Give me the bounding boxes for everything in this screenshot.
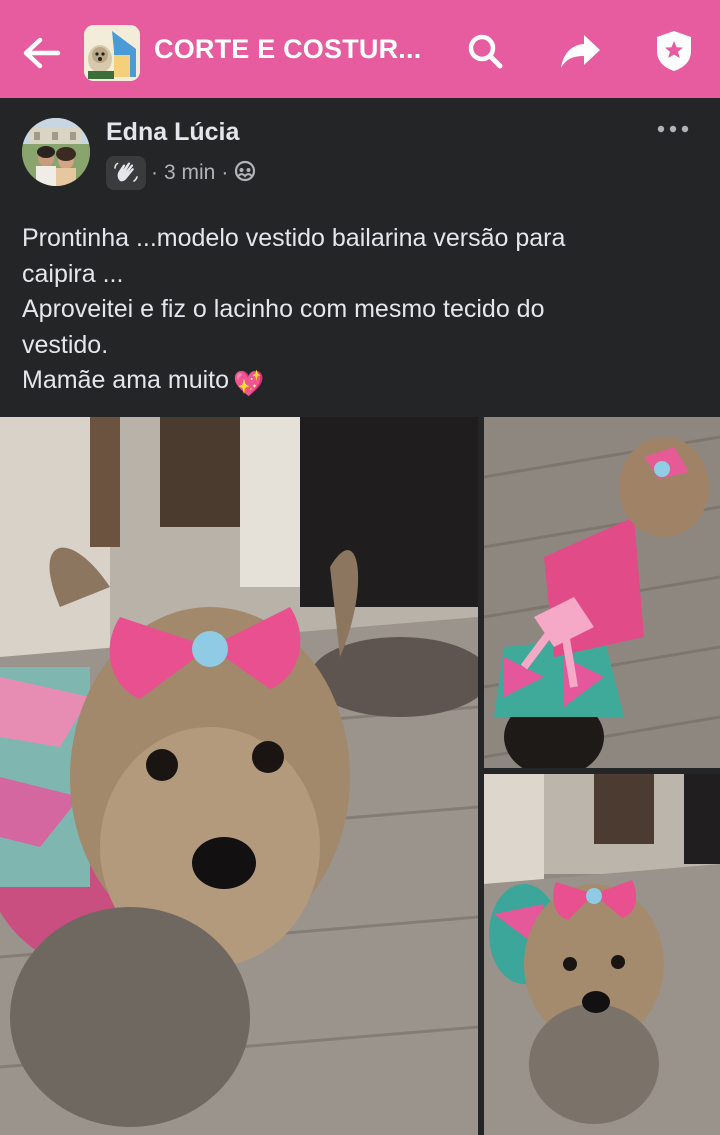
group-thumbnail[interactable] <box>84 25 140 81</box>
post-photo-2[interactable] <box>484 417 720 768</box>
post-text-line: Prontinha ...modelo vestido bailarina ve… <box>22 224 566 252</box>
post-photo-3[interactable] <box>484 774 720 1135</box>
author-name[interactable]: Edna Lúcia <box>106 118 239 147</box>
post-text-last-line: Mamãe ama muito 💖 <box>22 363 702 403</box>
waving-hand-icon[interactable] <box>106 156 146 190</box>
post-text-line: Aproveitei e fiz o lacinho com mesmo tec… <box>22 295 545 323</box>
post-text: Prontinha ...modelo vestido bailarina ve… <box>22 221 702 403</box>
shield-star-icon[interactable] <box>651 28 697 74</box>
group-header-bar: CORTE E COSTUR... <box>0 0 720 98</box>
search-icon[interactable] <box>462 28 508 74</box>
post-time[interactable]: 3 min <box>164 161 215 185</box>
post-text-line: caipira ... <box>22 259 124 288</box>
group-audience-icon[interactable] <box>234 160 256 185</box>
author-avatar[interactable] <box>22 118 90 186</box>
post-photo-1[interactable] <box>0 417 478 1135</box>
share-icon[interactable] <box>557 28 603 74</box>
meta-separator: · <box>151 160 158 184</box>
more-options-icon[interactable] <box>652 114 696 144</box>
meta-separator: · <box>221 160 229 184</box>
post-meta: · 3 min · <box>151 160 256 185</box>
post-text-line: vestido. <box>22 330 109 359</box>
post-text-line: Mamãe ama muito <box>22 366 230 394</box>
group-title[interactable]: CORTE E COSTUR... <box>154 34 424 65</box>
back-arrow-icon[interactable] <box>18 30 64 76</box>
sparkling-heart-emoji: 💖 <box>233 370 265 398</box>
